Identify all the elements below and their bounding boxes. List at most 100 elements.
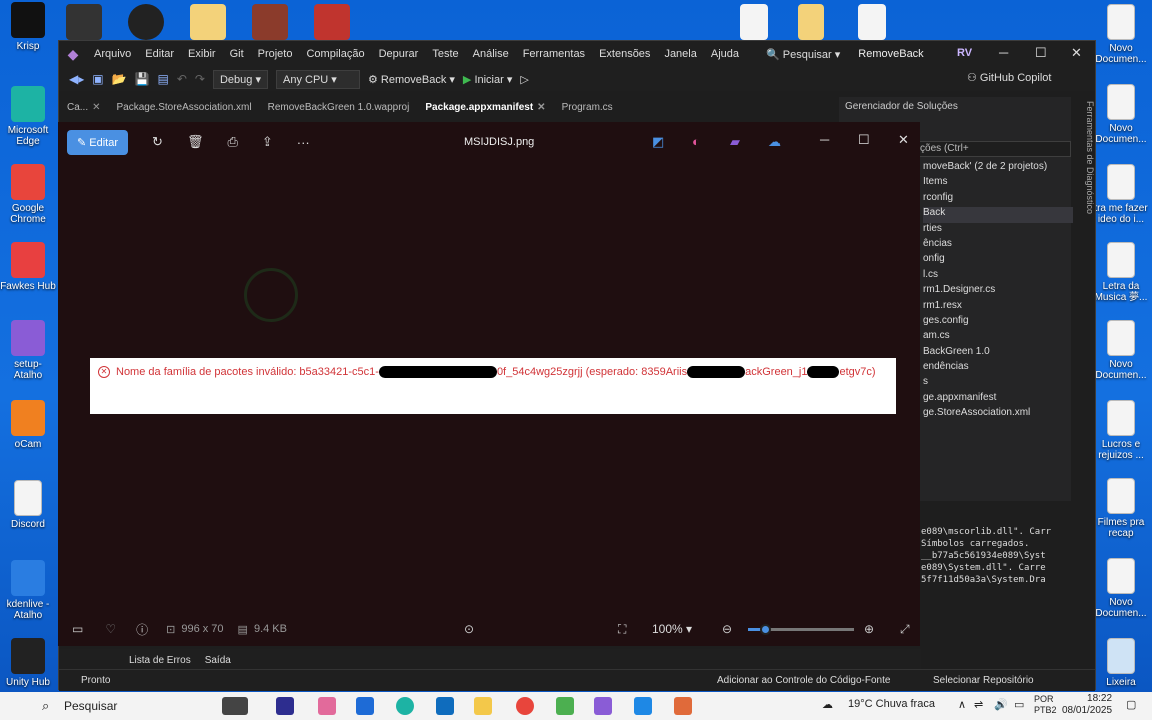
language-indicator[interactable]: POR PTB2 <box>1034 694 1057 716</box>
utorrent-icon[interactable] <box>556 697 574 715</box>
maximize-icon[interactable]: ☐ <box>1035 45 1047 61</box>
solution-tree-item[interactable]: rm1.resx <box>923 300 1073 315</box>
solution-tree-item[interactable]: l.cs <box>923 269 1073 284</box>
desktop-icon-chrome[interactable]: Google Chrome <box>0 164 56 225</box>
back-icon[interactable]: ◀▸ <box>69 72 84 86</box>
zoom-out-icon[interactable]: ⊖ <box>722 622 732 636</box>
menu-item[interactable]: Análise <box>466 48 516 60</box>
startup-project-select[interactable]: ⚙ RemoveBack ▾ <box>368 73 455 86</box>
explorer-icon[interactable] <box>474 697 492 715</box>
folder-icon[interactable] <box>190 4 226 40</box>
ai-select-icon[interactable]: ⊙ <box>464 622 474 636</box>
menu-item[interactable]: Ajuda <box>704 48 746 60</box>
solution-tree-item[interactable]: ges.config <box>923 315 1073 330</box>
weather-text[interactable]: 19°C Chuva fraca <box>848 698 935 710</box>
filmstrip-icon[interactable]: ▭ <box>72 622 83 636</box>
folder-icon[interactable] <box>798 4 824 40</box>
desktop-icon-file[interactable]: Discord <box>0 480 56 530</box>
usb-icon[interactable]: ⇌ <box>974 698 983 711</box>
solution-tree-item[interactable]: am.cs <box>923 330 1073 345</box>
chrome-taskbar-icon[interactable] <box>516 697 534 715</box>
visual-studio-taskbar-icon[interactable] <box>594 697 612 715</box>
solution-tree-item[interactable]: BackGreen 1.0 <box>923 346 1073 361</box>
save-icon[interactable]: 💾 <box>135 72 150 86</box>
solution-tree-item[interactable]: Items <box>923 176 1073 191</box>
solution-tree-item[interactable]: ge.StoreAssociation.xml <box>923 407 1073 422</box>
tray-chevron-icon[interactable]: ∧ <box>958 698 966 711</box>
desktop-icon-document[interactable]: Lucros e rejuizos ... <box>1092 400 1150 461</box>
desktop-icon-document[interactable]: Lixeira <box>1092 638 1150 688</box>
start-button[interactable]: ▶ Iniciar ▾ <box>463 73 512 86</box>
minimize-icon[interactable]: ─ <box>820 132 829 147</box>
menu-item[interactable]: Compilação <box>299 48 371 60</box>
search-menu[interactable]: 🔍 Pesquisar ▾ <box>758 48 848 61</box>
solution-tree-item[interactable]: onfig <box>923 253 1073 268</box>
document-tab[interactable]: Ca... ✕ <box>59 102 109 113</box>
fullscreen-icon[interactable]: ⤢ <box>900 622 910 637</box>
rotate-icon[interactable]: ↻ <box>152 134 163 150</box>
delete-icon[interactable]: 🗑 <box>187 134 204 150</box>
outlook-icon[interactable] <box>436 697 454 715</box>
clipchamp-icon[interactable]: ▰ <box>730 134 740 150</box>
winrar-icon[interactable] <box>252 4 288 40</box>
open-icon[interactable]: 📂 <box>112 72 127 86</box>
maximize-icon[interactable]: ☐ <box>858 132 870 148</box>
search-icon[interactable]: ⌕ <box>42 698 49 714</box>
desktop-icon-document[interactable]: Novo Documen... <box>1092 84 1150 145</box>
menu-item[interactable]: Depurar <box>372 48 426 60</box>
source-control-button[interactable]: Adicionar ao Controle do Código-Fonte <box>717 675 890 686</box>
unity-top-icon[interactable] <box>66 4 102 40</box>
document-tab[interactable]: RemoveBackGreen 1.0.wapproj <box>260 102 418 113</box>
copilot-taskbar-icon[interactable] <box>318 697 336 715</box>
redo-icon[interactable]: ↷ <box>195 72 205 86</box>
desktop-icon-document[interactable]: Letra da Musica 夢... <box>1092 242 1150 303</box>
select-repo-button[interactable]: Selecionar Repositório <box>933 675 1034 686</box>
solution-tree-item[interactable]: Back <box>923 207 1073 223</box>
copilot-icon[interactable]: ◐ <box>692 134 700 149</box>
desktop-icon-ocam[interactable]: oCam <box>0 400 56 450</box>
solution-tree-item[interactable]: ge.appxmanifest <box>923 392 1073 407</box>
menu-item[interactable]: Teste <box>425 48 465 60</box>
solution-tree-item[interactable]: s <box>923 376 1073 391</box>
document-tab[interactable]: Package.appxmanifest ✕ <box>417 102 553 113</box>
platform-select[interactable]: Any CPU ▾ <box>275 69 360 89</box>
solution-tree-item[interactable]: rm1.Designer.cs <box>923 284 1073 299</box>
notification-icon[interactable]: ▢ <box>1126 698 1136 711</box>
file-icon[interactable] <box>858 4 886 40</box>
taskbar-search[interactable]: Pesquisar <box>64 699 117 713</box>
desktop-icon-krisp[interactable]: Krisp <box>0 2 56 52</box>
desktop-icon-document[interactable]: Novo Documen... <box>1092 4 1150 65</box>
cloud-icon[interactable]: ☁ <box>768 134 781 150</box>
menu-item[interactable]: Arquivo <box>87 48 138 60</box>
menu-item[interactable]: Ferramentas <box>516 48 592 60</box>
photos-taskbar-icon[interactable] <box>634 697 652 715</box>
copilot-button[interactable]: ⚇ GitHub Copilot <box>967 71 1051 84</box>
desktop-icon-fawkes[interactable]: Fawkes Hub <box>0 242 56 292</box>
battery-icon[interactable]: ▭ <box>1014 698 1024 711</box>
zoom-slider-knob[interactable] <box>759 624 771 635</box>
menu-item[interactable]: Janela <box>657 48 703 60</box>
desktop-icon-document[interactable]: Novo Documen... <box>1092 320 1150 381</box>
close-icon[interactable]: ✕ <box>898 132 909 148</box>
menu-item[interactable]: Extensões <box>592 48 657 60</box>
desktop-icon-unity[interactable]: Unity Hub <box>0 638 56 688</box>
zoom-select[interactable]: 100% ▾ <box>652 622 692 636</box>
weather-icon[interactable]: ☁ <box>822 698 833 711</box>
designer-icon[interactable]: ◩ <box>652 134 664 150</box>
desktop-icon-document[interactable]: Novo Documen... <box>1092 558 1150 619</box>
menu-item[interactable]: Git <box>223 48 251 60</box>
user-avatar[interactable]: RV <box>957 47 972 59</box>
tab-error-list[interactable]: Lista de Erros <box>129 655 191 666</box>
desktop-icon-document[interactable]: tra me fazer ideo do i... <box>1092 164 1150 225</box>
new-item-icon[interactable]: ▣ <box>92 72 103 86</box>
more-icon[interactable]: ··· <box>297 135 310 150</box>
config-select[interactable]: Debug ▾ <box>212 69 268 89</box>
desktop-icon-edge[interactable]: Microsoft Edge <box>0 86 56 147</box>
close-icon[interactable]: ✕ <box>1071 45 1082 61</box>
zoom-slider[interactable] <box>748 624 854 635</box>
favorite-icon[interactable]: ♡ <box>105 622 116 636</box>
task-view-icon[interactable] <box>276 697 294 715</box>
minimize-icon[interactable]: ─ <box>999 45 1008 60</box>
desktop-icon-document[interactable]: Filmes pra recap <box>1092 478 1150 539</box>
share-icon[interactable]: ⇪ <box>262 134 273 150</box>
